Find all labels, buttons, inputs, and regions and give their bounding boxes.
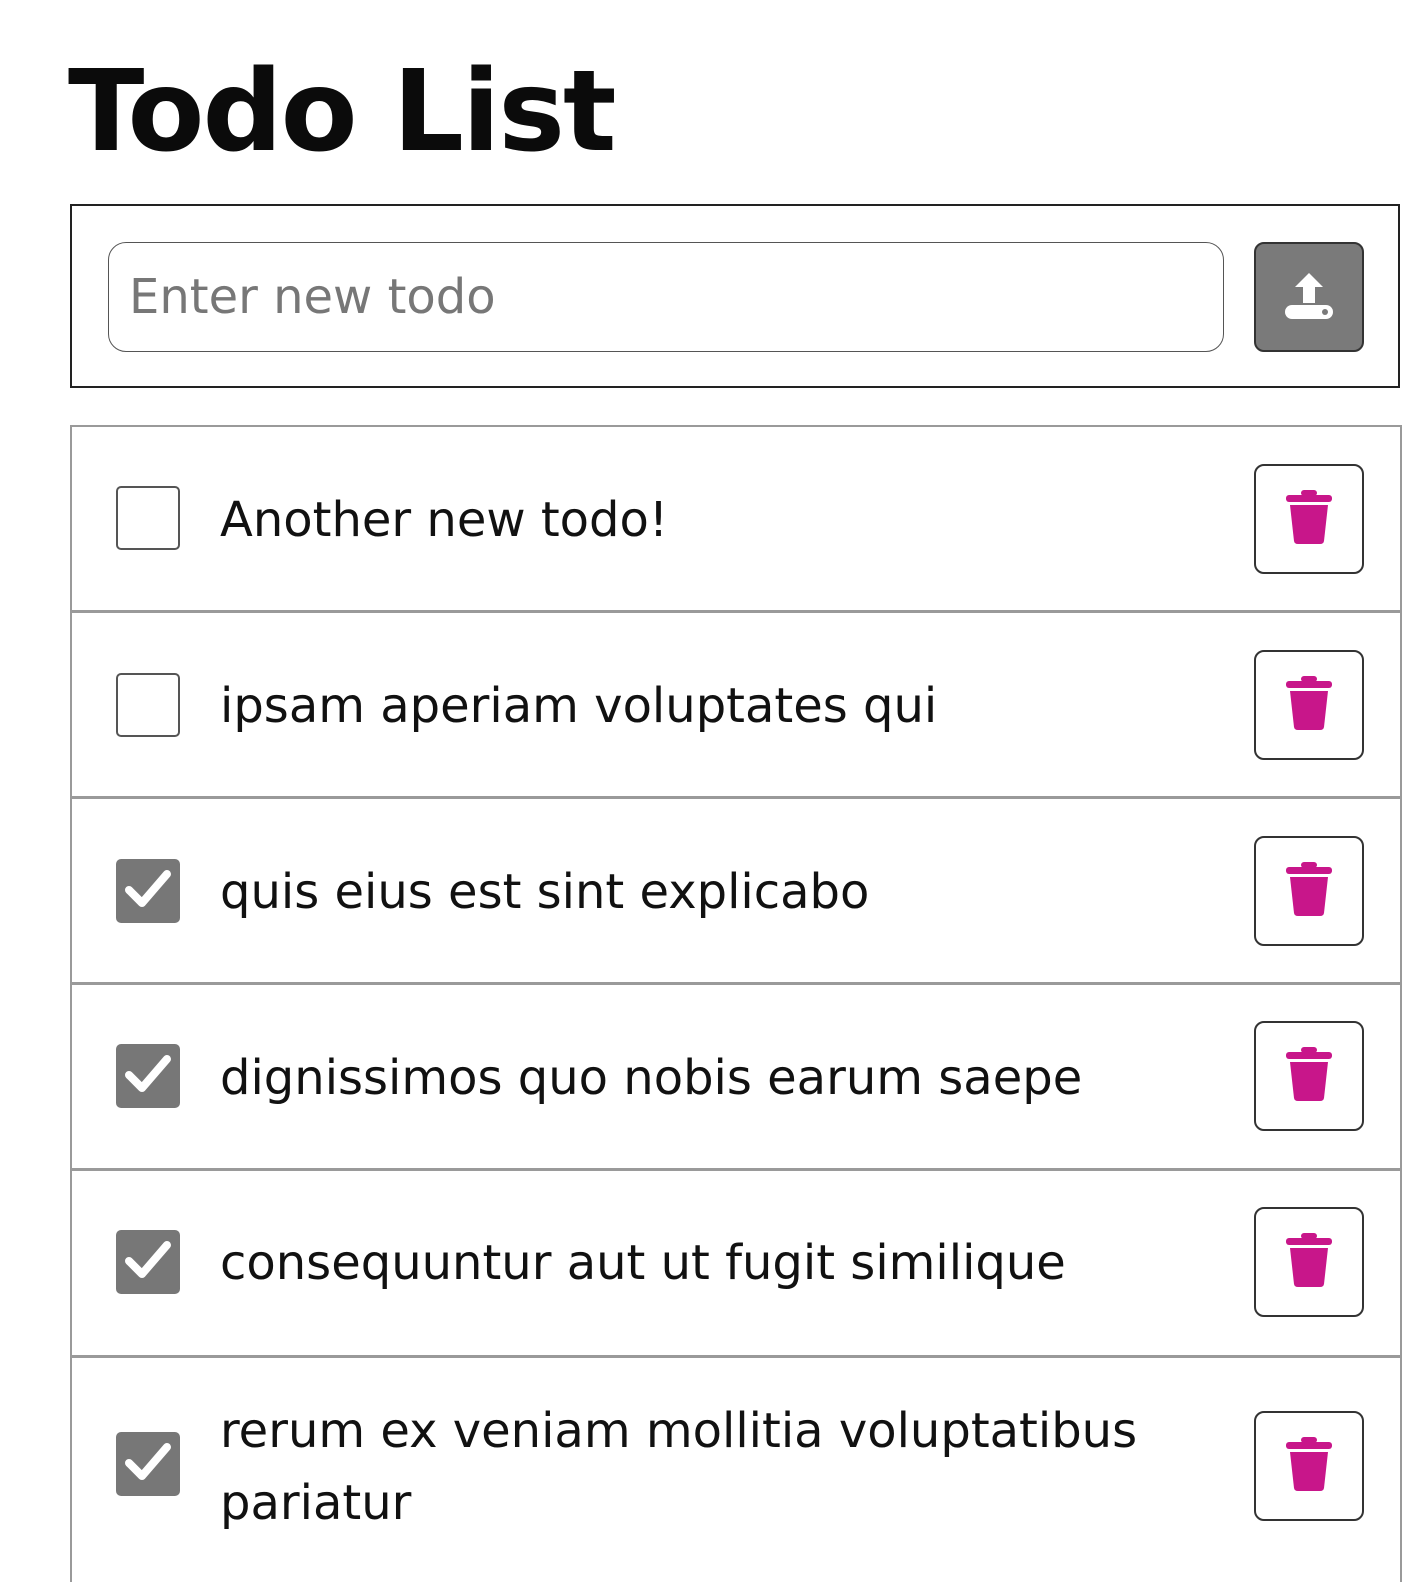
- todo-text: ipsam aperiam voluptates qui: [220, 678, 938, 734]
- checkmark-icon: [125, 1240, 171, 1284]
- trash-icon: [1284, 1436, 1334, 1496]
- checkmark-icon: [125, 1054, 171, 1098]
- delete-button[interactable]: [1254, 650, 1364, 760]
- trash-icon: [1284, 675, 1334, 735]
- todo-item: rerum ex veniam mollitia voluptatibus pa…: [72, 1358, 1400, 1582]
- trash-icon: [1284, 489, 1334, 549]
- todo-checkbox[interactable]: [116, 859, 180, 923]
- todo-item: consequuntur aut ut fugit similique: [72, 1171, 1400, 1358]
- trash-icon: [1284, 861, 1334, 921]
- todo-checkbox[interactable]: [116, 1230, 180, 1294]
- todo-text: rerum ex veniam mollitia voluptatibus pa…: [220, 1403, 1138, 1531]
- trash-icon: [1284, 1046, 1334, 1106]
- todo-checkbox[interactable]: [116, 1044, 180, 1108]
- todo-item: Another new todo!: [72, 427, 1400, 613]
- add-todo-form: [70, 204, 1400, 388]
- checkmark-icon: [125, 1442, 171, 1486]
- delete-button[interactable]: [1254, 1411, 1364, 1521]
- checkmark-icon: [125, 869, 171, 913]
- todo-checkbox[interactable]: [116, 1432, 180, 1496]
- todo-text: dignissimos quo nobis earum saepe: [220, 1050, 1083, 1106]
- new-todo-input[interactable]: [108, 242, 1224, 352]
- todo-text: consequuntur aut ut fugit similique: [220, 1235, 1066, 1291]
- todo-item: dignissimos quo nobis earum saepe: [72, 985, 1400, 1171]
- todo-text: Another new todo!: [220, 492, 669, 548]
- delete-button[interactable]: [1254, 1021, 1364, 1131]
- delete-button[interactable]: [1254, 464, 1364, 574]
- delete-button[interactable]: [1254, 1207, 1364, 1317]
- todo-checkbox[interactable]: [116, 486, 180, 550]
- todo-list: Another new todo! ipsam aperiam voluptat…: [70, 425, 1402, 1582]
- upload-icon: [1281, 267, 1337, 327]
- todo-item: ipsam aperiam voluptates qui: [72, 613, 1400, 799]
- add-todo-button[interactable]: [1254, 242, 1364, 352]
- page-title: Todo List: [68, 47, 617, 177]
- todo-app: Todo List Another new todo! ipsam aperia…: [0, 0, 1418, 1582]
- todo-item: quis eius est sint explicabo: [72, 799, 1400, 985]
- delete-button[interactable]: [1254, 836, 1364, 946]
- trash-icon: [1284, 1232, 1334, 1292]
- todo-text: quis eius est sint explicabo: [220, 864, 870, 920]
- todo-checkbox[interactable]: [116, 673, 180, 737]
